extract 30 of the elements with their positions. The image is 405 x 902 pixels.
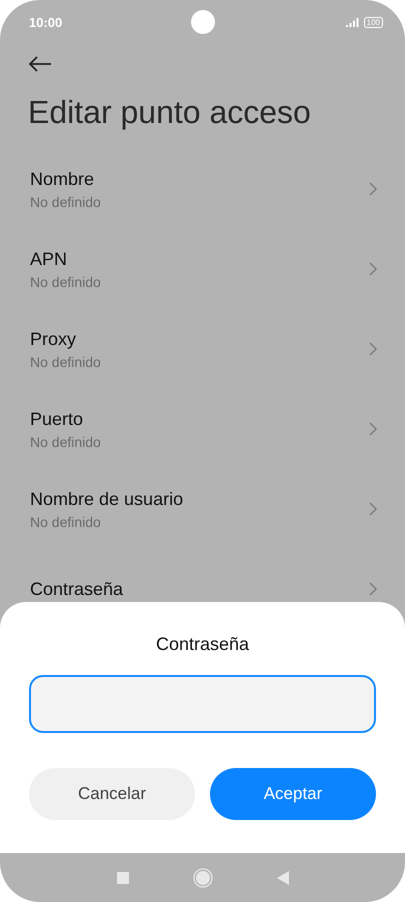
setting-value: No definido: [30, 514, 102, 530]
signal-icon: [346, 18, 359, 26]
status-time: 10:00: [29, 14, 62, 30]
chevron-icon: [369, 502, 377, 516]
chevron-icon: [369, 422, 377, 436]
setting-value: No definido: [30, 434, 101, 450]
dialog-title: Contraseña: [156, 634, 250, 655]
setting-label[interactable]: Proxy: [30, 328, 101, 350]
setting-value: No definido: [30, 194, 101, 210]
chevron-icon: [369, 262, 377, 276]
cancel-button[interactable]: Cancelar: [29, 768, 195, 820]
chevron-icon: [369, 182, 377, 196]
back-icon[interactable]: [276, 870, 288, 884]
setting-label[interactable]: Contraseña: [30, 578, 124, 600]
recents-icon[interactable]: [116, 872, 128, 884]
setting-label[interactable]: Nombre: [30, 168, 101, 190]
camera-cutout: [191, 10, 215, 34]
setting-label[interactable]: Puerto: [30, 408, 101, 430]
setting-value: No definido: [30, 354, 101, 370]
setting-label[interactable]: APN: [30, 248, 101, 270]
home-icon[interactable]: [192, 868, 212, 888]
setting-value: No definido: [30, 274, 101, 290]
setting-label[interactable]: Nombre de usuario: [30, 488, 184, 510]
page-title: Editar punto acceso: [28, 94, 312, 131]
back-arrow-icon[interactable]: [28, 56, 52, 72]
password-field[interactable]: [29, 675, 376, 733]
chevron-icon: [369, 342, 377, 356]
chevron-icon: [369, 582, 377, 596]
battery-indicator: 100: [364, 16, 383, 28]
accept-button[interactable]: Aceptar: [210, 768, 376, 820]
